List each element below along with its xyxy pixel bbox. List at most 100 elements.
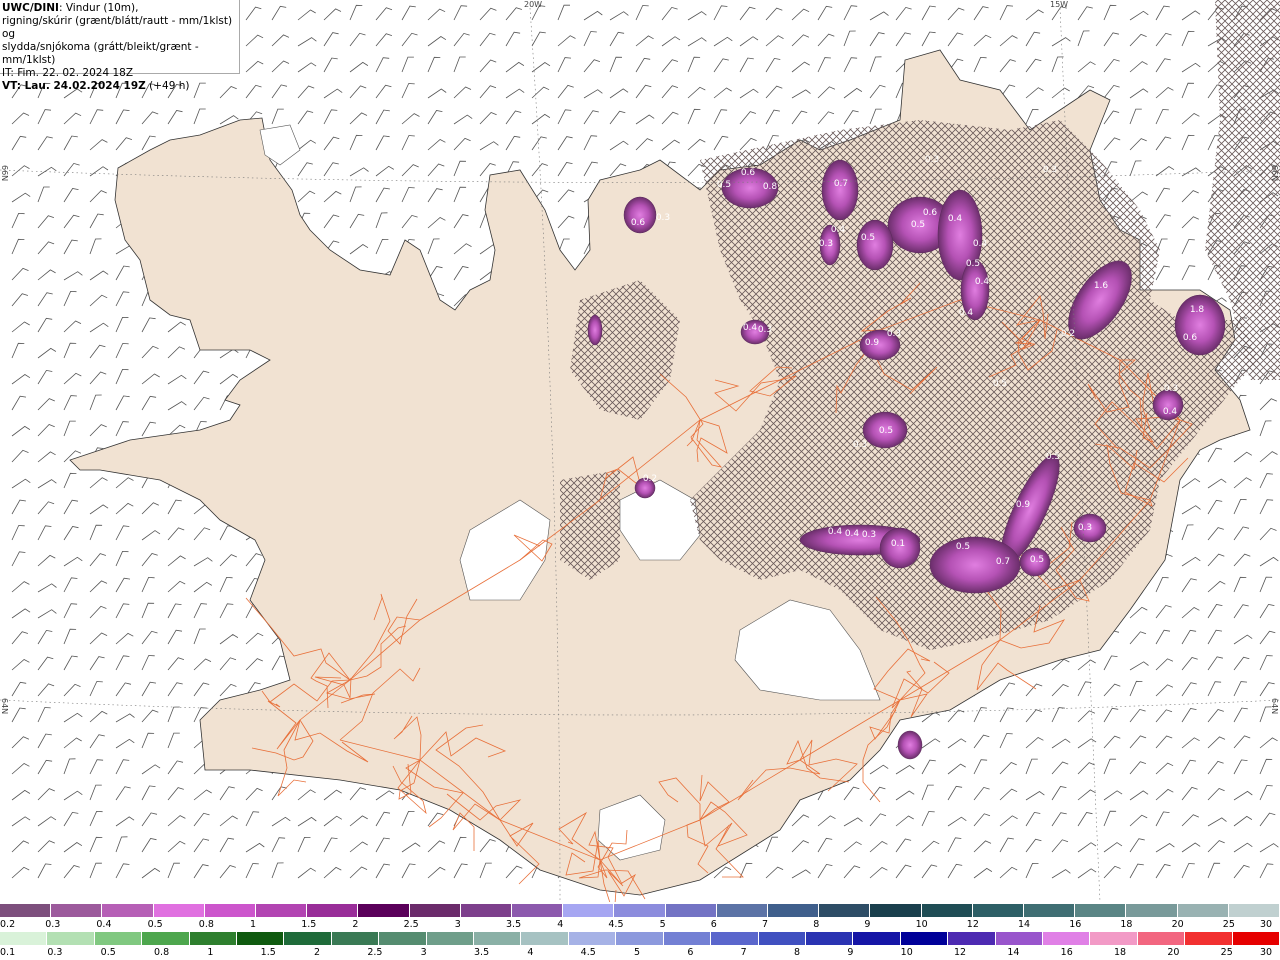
wind-barb (427, 56, 441, 73)
snow-scale-label: 2.5 (403, 919, 419, 930)
wind-barb (245, 658, 263, 671)
wind-barb (1155, 629, 1171, 645)
wind-barb (1051, 37, 1071, 47)
rain-scale-label: 10 (900, 947, 913, 958)
wind-barb (999, 762, 1017, 775)
wind-barb (89, 656, 105, 671)
wind-barb (531, 62, 551, 73)
wind-barb (63, 271, 83, 281)
precip-value-label: 0.9 (865, 338, 880, 348)
wind-barb (141, 867, 161, 879)
precip-value-label: 0.4 (973, 239, 988, 249)
wind-barb (713, 109, 728, 125)
wind-barb (1155, 32, 1172, 47)
precip-value-label: 0.3 (819, 239, 833, 249)
wind-barb (1025, 862, 1039, 879)
wind-barb (1259, 398, 1277, 411)
rain-scale-swatch (1090, 932, 1138, 945)
rain-scale-label: 4 (527, 947, 534, 958)
precip-value-label: 0.9 (1016, 500, 1031, 510)
wind-barb (1155, 762, 1174, 775)
snow-scale-label: 20 (1171, 919, 1184, 930)
wind-barb (479, 32, 496, 47)
wind-barb (1077, 659, 1096, 671)
wind-barb (1233, 759, 1248, 775)
wind-barb (63, 842, 83, 853)
snow-scale-label: 6 (710, 919, 717, 930)
rain-scale-swatch (948, 932, 996, 945)
wind-barb (1077, 789, 1096, 801)
rain-scale-label: 2 (314, 947, 321, 958)
wind-barb (219, 525, 234, 541)
wind-barb (271, 34, 290, 47)
snow-scale-label: 14 (1018, 919, 1031, 930)
wind-barb (1025, 838, 1042, 853)
rain-scale-swatch (284, 932, 332, 945)
rain-scale-swatch (616, 932, 664, 945)
wind-barb (583, 135, 598, 151)
wind-barb (1025, 791, 1045, 801)
wind-barb (973, 786, 990, 801)
wind-barb (297, 836, 311, 853)
wind-barb (1233, 842, 1253, 853)
wind-barb (1129, 108, 1142, 125)
wind-barb (167, 555, 186, 567)
wind-barb (323, 8, 342, 21)
wind-barb (505, 31, 521, 47)
wind-barb (947, 7, 965, 21)
wind-barb (11, 581, 30, 593)
wind-barb (1181, 556, 1201, 567)
rain-scale-label: 25 (1220, 947, 1233, 958)
wind-barb (115, 836, 128, 853)
wind-barb (1207, 447, 1223, 463)
wind-barb (37, 347, 57, 359)
valid-time-label: VT: Lau. 24.02.2024 19Z (2, 80, 146, 92)
wind-barb (661, 85, 679, 99)
wind-barb (765, 866, 784, 879)
wind-barb (167, 706, 180, 723)
wind-barb (349, 186, 362, 203)
wind-barb (1103, 4, 1117, 21)
wind-barb (115, 759, 130, 775)
precip-value-label: 0.4 (959, 308, 974, 318)
wind-barb (11, 681, 27, 697)
wind-barb (1025, 811, 1041, 827)
precip-value-label: 0.5 (1046, 452, 1060, 462)
wind-barb (167, 862, 180, 879)
map-info-box: UWC/DINI: Vindur (10m), rigning/skúrir (… (0, 0, 240, 92)
wind-barb (401, 214, 418, 229)
wind-barb (219, 348, 239, 359)
wind-barb (1181, 524, 1194, 541)
wind-barb (1103, 790, 1123, 801)
wind-barb (63, 135, 78, 151)
wind-barb (141, 111, 159, 125)
wind-barb (167, 527, 185, 541)
wind-barb (401, 187, 415, 203)
rain-scale-label: 20 (1167, 947, 1180, 958)
rain-scale-label: 30 (1260, 947, 1273, 958)
wind-barb (1181, 737, 1200, 749)
rain-scale-swatch (47, 932, 95, 945)
wind-barb (843, 110, 859, 125)
snow-scale-labels: 0.2 0.3 0.4 0.5 0.8 1 1.5 2 2.5 3 3.5 4 4.5 5 6 7 8 9 10 12… (0, 919, 1280, 931)
wind-barb (63, 603, 78, 619)
wind-barb (271, 84, 288, 99)
wind-barb (947, 738, 967, 749)
wind-barb (89, 734, 105, 749)
wind-barb (37, 656, 54, 671)
wind-barb (89, 424, 107, 437)
wind-barb (1181, 134, 1195, 151)
wind-barb (921, 811, 935, 827)
wind-barb (401, 5, 416, 21)
wind-barb (193, 370, 210, 385)
wind-barb (1129, 735, 1147, 749)
wind-barb (1181, 657, 1198, 671)
precip-value-label: 0.5 (911, 220, 925, 230)
wind-barb (349, 213, 365, 229)
wind-barb (63, 712, 83, 723)
wind-barb (1181, 216, 1199, 229)
rain-scale-swatch (237, 932, 285, 945)
wind-barb (947, 785, 963, 801)
wind-barb (37, 863, 52, 879)
wind-barb (817, 837, 833, 853)
